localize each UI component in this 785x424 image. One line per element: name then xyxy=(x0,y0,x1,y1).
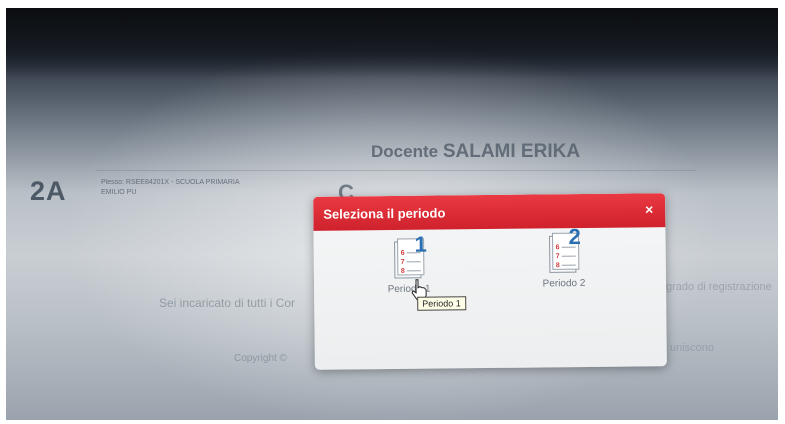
monitor-bezel xyxy=(6,8,778,78)
period-2-number: 2 xyxy=(568,224,581,250)
class-code: 2A xyxy=(30,176,67,206)
period-1-option[interactable]: 6 7 8 1 Periodo 1 xyxy=(374,232,445,295)
period-select-dialog: Seleziona il periodo × 6 7 8 1 Periodo 1 xyxy=(313,193,667,370)
header-divider xyxy=(96,170,696,171)
background-text-right: grado di registrazione xyxy=(666,281,772,293)
period-2-option[interactable]: 6 7 8 2 Periodo 2 xyxy=(528,224,599,290)
plesso-info: Plesso: RSEE84201X - SCUOLA PRIMARIA EMI… xyxy=(101,179,240,196)
copyright-text: Copyright © xyxy=(234,353,287,364)
background-text-left: Sei incaricato di tutti i Cor xyxy=(159,296,296,310)
dialog-title: Seleziona il periodo xyxy=(323,205,446,222)
period-2-label: Periodo 2 xyxy=(542,278,586,290)
svg-text:7: 7 xyxy=(401,259,405,266)
teacher-heading: Docente SALAMI ERIKA xyxy=(371,141,580,163)
close-button[interactable]: × xyxy=(645,201,653,217)
dialog-header: Seleziona il periodo × xyxy=(313,193,666,231)
svg-text:8: 8 xyxy=(401,268,405,275)
svg-text:6: 6 xyxy=(401,250,405,257)
teacher-name: SALAMI ERIKA xyxy=(442,141,581,162)
teacher-prefix: Docente xyxy=(371,142,439,161)
tooltip: Periodo 1 xyxy=(417,296,466,311)
svg-text:8: 8 xyxy=(556,262,560,269)
period-1-number: 1 xyxy=(414,231,427,257)
monitor-screen: 2A Plesso: RSEE84201X - SCUOLA PRIMARIA … xyxy=(6,8,778,420)
background-text-right-2: uniscono xyxy=(670,342,715,354)
svg-text:7: 7 xyxy=(556,253,560,260)
svg-text:6: 6 xyxy=(556,244,560,251)
